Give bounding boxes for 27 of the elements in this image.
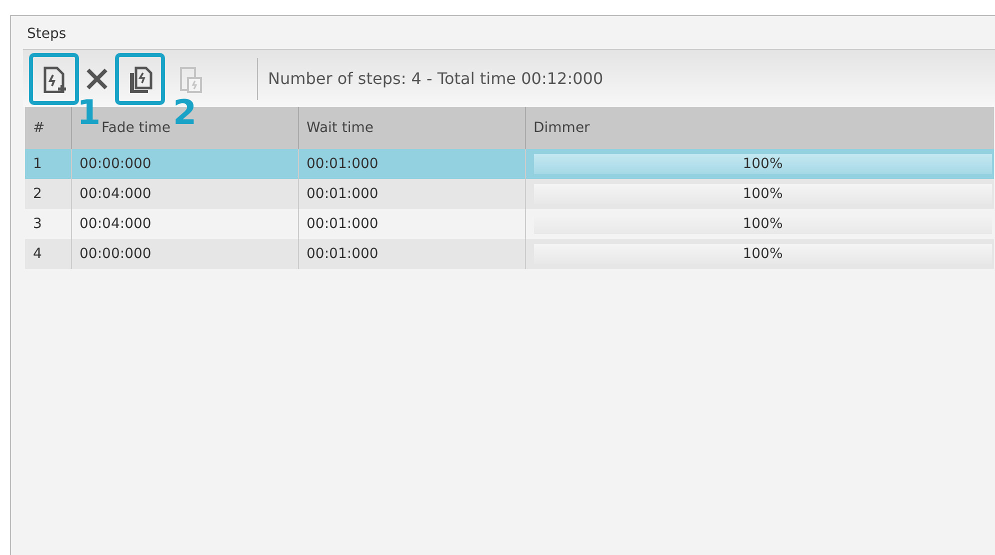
table-cell: 00:00:000 [71, 149, 298, 179]
table-row[interactable]: 3 00:04:000 00:01:000 100% [25, 209, 994, 239]
table-cell: 3 [25, 209, 71, 239]
table-cell: 00:04:000 [71, 179, 298, 209]
column-header[interactable]: Dimmer [525, 107, 994, 149]
dimmer-reading: 100% [742, 245, 784, 264]
add-step-button[interactable] [29, 52, 79, 104]
table-cell: 00:01:000 [298, 149, 525, 179]
dimmer-reading: 100% [742, 155, 784, 174]
dimmer-reading: 100% [742, 185, 784, 204]
column-header[interactable]: # [25, 107, 71, 149]
dimmer-reading: 100% [742, 215, 784, 234]
step-summary: Number of steps: 4 - Total time 00:12:000 [268, 68, 604, 90]
table-cell: 00:00:000 [71, 239, 298, 269]
table-row[interactable]: 2 00:04:000 00:01:000 100% [25, 179, 994, 209]
table-cell: 4 [25, 239, 71, 269]
clone-button[interactable] [115, 52, 165, 104]
table-cell: 00:01:000 [298, 239, 525, 269]
table-row[interactable]: 4 00:00:000 00:01:000 100% [25, 239, 994, 269]
table-cell: 00:01:000 [298, 179, 525, 209]
table-cell: 2 [25, 179, 71, 209]
panel-title: Steps [26, 25, 66, 44]
table-cell: 00:01:000 [298, 209, 525, 239]
table-cell: 00:04:000 [71, 209, 298, 239]
table-cell: 1 [25, 149, 71, 179]
column-header[interactable]: Wait time [298, 107, 525, 149]
table-row[interactable]: 1 00:00:000 00:01:000 100% [25, 149, 994, 179]
